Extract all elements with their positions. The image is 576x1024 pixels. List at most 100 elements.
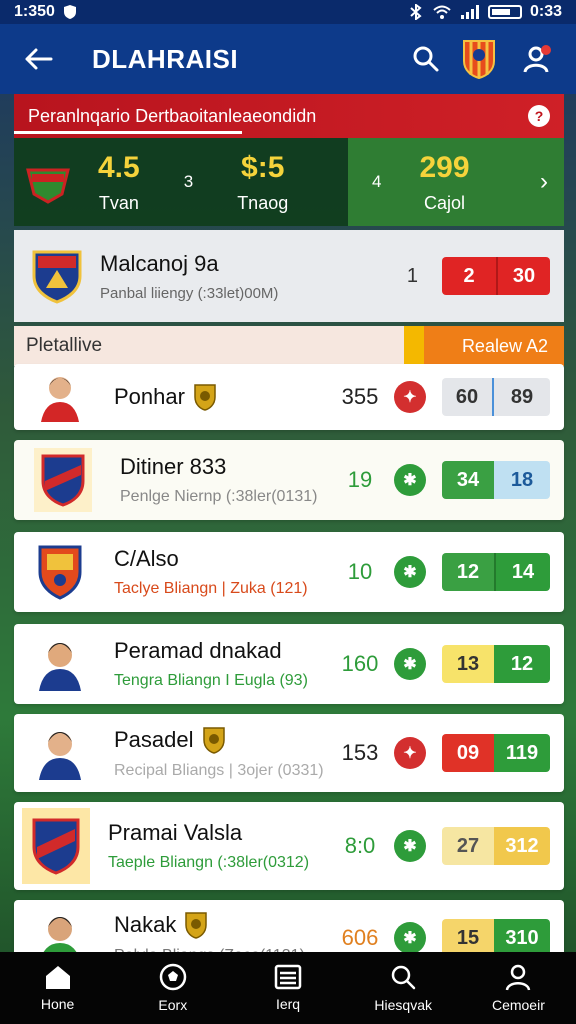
nav-eorx[interactable]: Eorx bbox=[115, 952, 230, 1024]
stat-left: 13 bbox=[442, 645, 494, 683]
profile-button[interactable] bbox=[518, 39, 558, 79]
soccer-ball-icon bbox=[159, 963, 187, 991]
badge-icon bbox=[185, 912, 208, 939]
section-header: Pletallive Realew A2 bbox=[14, 326, 564, 366]
user-icon bbox=[506, 964, 531, 991]
player-avatar-icon bbox=[39, 732, 81, 780]
player-subtitle: Recipal Bliangs | 3ojer (0331) bbox=[114, 762, 324, 779]
player-subtitle: Taclye Bliangn | Zuka (121) bbox=[114, 580, 308, 597]
search-button[interactable] bbox=[406, 39, 446, 79]
stat-left: 27 bbox=[442, 827, 494, 865]
arrow-left-icon bbox=[25, 48, 53, 70]
team-crest-icon bbox=[26, 168, 70, 204]
stat-right: 14 bbox=[494, 553, 550, 591]
announcement-banner[interactable]: Peranlnqario Dertbaoitanleaeondidn ? bbox=[14, 94, 564, 138]
bottom-nav: Hone Eorx Ierq Hiesqvak Cemoeir bbox=[0, 952, 576, 1024]
stat-tnaog: $:5 Tnaog bbox=[237, 151, 288, 214]
user-notification-icon bbox=[523, 45, 551, 73]
player-stats: 34 18 bbox=[442, 461, 550, 499]
battery-icon bbox=[487, 5, 522, 19]
player-name: Ditiner 833 bbox=[120, 454, 227, 479]
player-avatar-icon bbox=[41, 377, 79, 422]
chevron-right-icon[interactable]: › bbox=[540, 168, 548, 196]
stat-divider-number: 4 bbox=[372, 172, 382, 191]
player-number: 19 bbox=[347, 467, 373, 492]
avatar bbox=[34, 371, 86, 423]
player-row[interactable]: Pasadel Recipal Bliangs | 3ojer (0331) 1… bbox=[14, 714, 564, 792]
player-subtitle: Tengra Bliangn I Eugla (93) bbox=[114, 672, 308, 689]
player-row[interactable]: Ponhar 355 ✦ 60 89 bbox=[14, 364, 564, 430]
status-clock: 0:33 bbox=[529, 3, 562, 20]
stat-value: 4.5 bbox=[98, 150, 140, 184]
status-circle-icon: ✦ bbox=[394, 737, 426, 769]
player-row[interactable]: Peramad dnakad Tengra Bliangn I Eugla (9… bbox=[14, 624, 564, 704]
player-name: C/Also bbox=[114, 546, 179, 571]
match-number: 1 bbox=[406, 264, 418, 287]
player-name: Ponhar bbox=[114, 384, 185, 409]
status-circle-icon: ✦ bbox=[394, 381, 426, 413]
stat-left: 12 bbox=[442, 553, 494, 591]
player-stats: 13 12 bbox=[442, 645, 550, 683]
nav-label: Cemoeir bbox=[491, 997, 545, 1013]
status-bar: 1:350 0:33 bbox=[0, 0, 576, 24]
club-crest-icon[interactable] bbox=[462, 39, 496, 79]
badge-icon bbox=[202, 727, 225, 754]
stat-right: 18 bbox=[494, 461, 550, 499]
page-title: DLAHRAISI bbox=[92, 43, 239, 74]
match-subtitle: Panbal liiengy (:33let)00M) bbox=[100, 284, 279, 302]
score-strip: 4.5 Tvan 3 $:5 Tnaog 4 299 Cajol › bbox=[14, 138, 564, 226]
player-name: Peramad dnakad bbox=[114, 638, 282, 663]
status-circle-icon: ✱ bbox=[394, 464, 426, 496]
stat-label: Tvan bbox=[98, 192, 139, 213]
match-score: 2 30 bbox=[442, 257, 550, 295]
section-action-button[interactable]: Realew A2 bbox=[404, 326, 564, 366]
player-row[interactable]: C/Also Taclye Bliangn | Zuka (121) 10 ✱ … bbox=[14, 532, 564, 612]
avatar bbox=[22, 808, 90, 884]
stat-left: 09 bbox=[442, 734, 494, 772]
bluetooth-icon bbox=[410, 4, 422, 20]
match-title: Malcanoj 9a bbox=[100, 250, 219, 276]
stat-left: 34 bbox=[442, 461, 494, 499]
player-stats: 09 119 bbox=[442, 734, 550, 772]
nav-label: Eorx bbox=[158, 997, 188, 1013]
signal-icon bbox=[460, 5, 479, 19]
status-circle-icon: ✱ bbox=[394, 556, 426, 588]
player-row[interactable]: Ditiner 833 Penlge Niernp (:38ler(0131) … bbox=[14, 440, 564, 520]
stat-value: 299 bbox=[419, 150, 470, 184]
status-circle-icon: ✱ bbox=[394, 922, 426, 954]
stat-label: Cajol bbox=[423, 192, 466, 213]
stat-cajol: 299 Cajol bbox=[419, 151, 469, 214]
status-circle-icon: ✱ bbox=[394, 648, 426, 680]
avatar bbox=[34, 727, 86, 780]
banner-progress-underline bbox=[14, 131, 242, 134]
nav-label: Hiesqvak bbox=[374, 997, 432, 1013]
player-number: 8:0 bbox=[344, 833, 376, 858]
section-label: Pletallive bbox=[14, 326, 404, 366]
team-crest-icon bbox=[32, 250, 82, 304]
player-row[interactable]: Pramai Valsla Taeple Bliangn (:38ler(031… bbox=[14, 802, 564, 890]
team-crest-icon bbox=[32, 818, 80, 875]
stat-tvan: 4.5 Tvan bbox=[98, 151, 140, 214]
player-avatar-icon bbox=[39, 643, 81, 691]
player-name: Nakak bbox=[114, 912, 177, 937]
score-left: 2 bbox=[442, 257, 496, 295]
stat-right: 12 bbox=[494, 645, 550, 683]
shield-icon bbox=[63, 5, 76, 19]
home-icon bbox=[45, 966, 70, 989]
nav-account[interactable]: Cemoeir bbox=[461, 952, 576, 1024]
player-subtitle: Taeple Bliangn (:38ler(0312) bbox=[108, 854, 310, 871]
stat-right: 119 bbox=[494, 734, 550, 772]
stat-label: Tnaog bbox=[237, 192, 289, 213]
player-stats: 12 14 bbox=[442, 553, 550, 591]
stat-right: 89 bbox=[494, 378, 550, 416]
status-circle-icon: ✱ bbox=[394, 830, 426, 862]
match-card[interactable]: Malcanoj 9a Panbal liiengy (:33let)00M) … bbox=[14, 230, 564, 322]
content: Peranlnqario Dertbaoitanleaeondidn ? 4.5… bbox=[14, 94, 564, 366]
nav-home[interactable]: Hone bbox=[0, 952, 115, 1024]
nav-search[interactable]: Hiesqvak bbox=[346, 952, 461, 1024]
help-icon[interactable]: ? bbox=[528, 105, 550, 127]
nav-ierq[interactable]: Ierq bbox=[230, 952, 345, 1024]
status-time: 1:350 bbox=[14, 3, 55, 20]
stat-value: $:5 bbox=[241, 150, 285, 184]
back-button[interactable] bbox=[18, 39, 58, 79]
